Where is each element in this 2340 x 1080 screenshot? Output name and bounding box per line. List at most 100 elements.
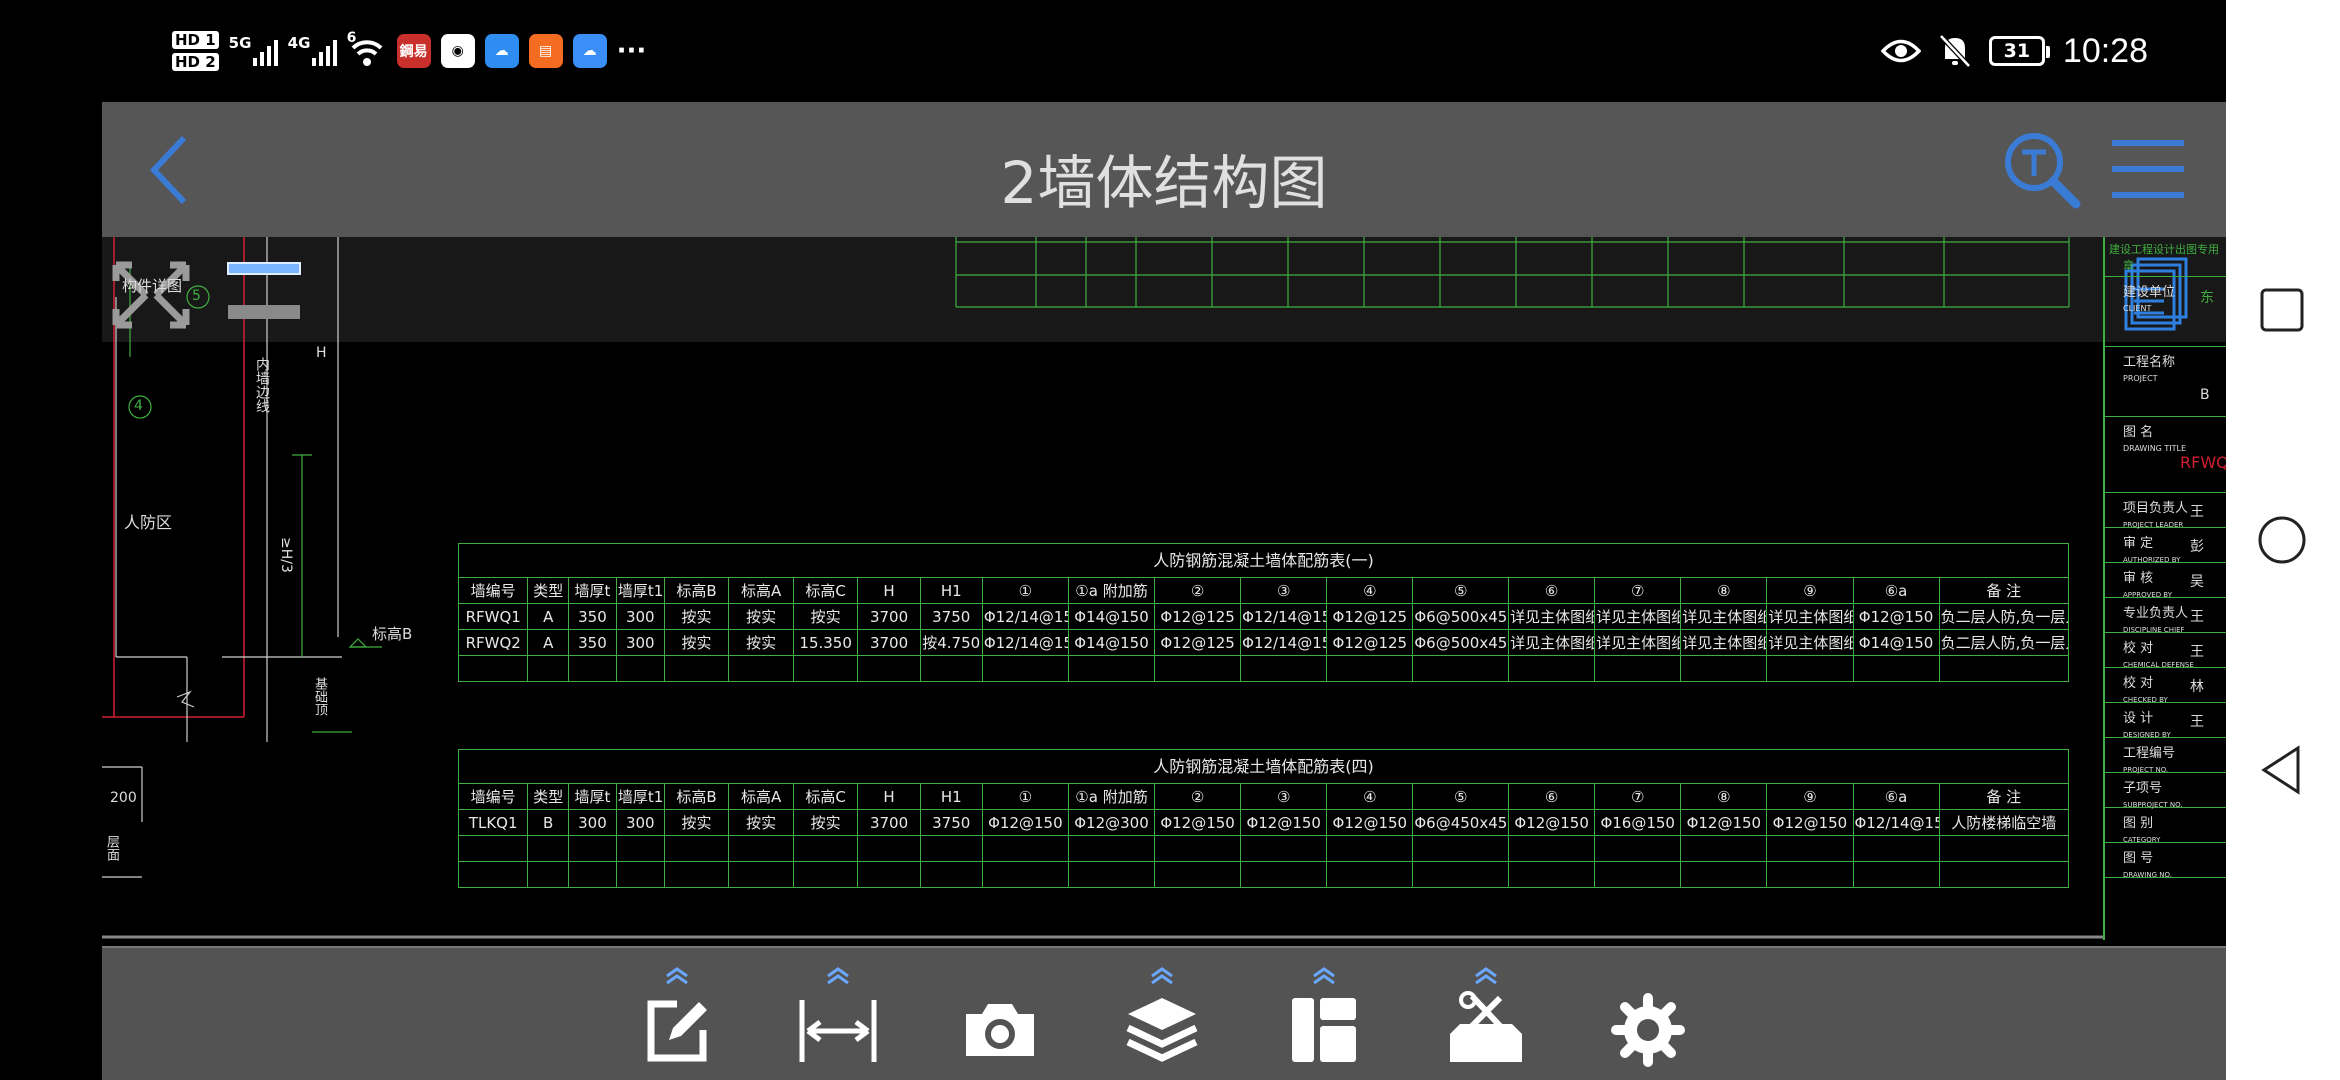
table-cell — [1938, 655, 2070, 682]
table-cell: 350 — [568, 603, 617, 630]
table-cell: 按实 — [663, 809, 730, 836]
table-header-cell: 类型 — [527, 577, 570, 604]
table-cell — [1938, 861, 2070, 888]
measure-tool[interactable] — [788, 962, 888, 1072]
table-row — [457, 861, 2070, 888]
clock: 10:28 — [2062, 31, 2148, 70]
table-cell — [919, 835, 983, 862]
table-cell — [1240, 861, 1328, 888]
table-cell — [1680, 861, 1768, 888]
table-cell: 按实 — [728, 629, 794, 656]
table-cell — [663, 655, 730, 682]
table-header-cell: 墙编号 — [457, 577, 529, 604]
table-header-cell: H1 — [919, 783, 983, 810]
table-cell: 负二层人防,负一层人防 — [1938, 603, 2070, 630]
cad-drawing-canvas[interactable]: 构件详图 内墙边线 H ≥H/3 人防区 标高B 基础顶 200 4 5 层面 … — [102, 237, 2226, 940]
text-search-icon — [2005, 133, 2081, 209]
camera-app-icon: ◉ — [440, 34, 475, 68]
wifi-icon: 6 — [347, 30, 387, 68]
table-cell — [1852, 861, 1940, 888]
table-cell: TLKQ1 — [457, 809, 529, 836]
title-block-row: 图 别 CATEGORY — [2105, 808, 2226, 844]
table-cell: Φ12@150 — [1680, 809, 1768, 836]
table-cell — [1240, 655, 1328, 682]
civil-zone-label: 人防区 — [124, 513, 173, 532]
signal-sim2-icon: 4G — [288, 34, 337, 66]
text-search-button[interactable] — [2000, 128, 2084, 212]
layers-icon — [1126, 998, 1198, 1062]
table-cell: 人防楼梯临空墙 — [1938, 809, 2070, 836]
table-cell — [527, 861, 570, 888]
table-cell: Φ12/14@150 — [981, 629, 1069, 656]
layout-icon — [1292, 998, 1356, 1062]
table-cell: 按实 — [728, 603, 794, 630]
table-cell — [1938, 835, 2070, 862]
layers-tool[interactable] — [1112, 962, 1212, 1072]
title-block-row: 项目负责人 PROJECT LEADER 王 — [2105, 493, 2226, 529]
table-cell — [1154, 861, 1242, 888]
table-cell: Φ12@150 — [1766, 809, 1854, 836]
table-cell: A — [527, 603, 570, 630]
table-header-cell: H — [857, 783, 921, 810]
table-cell — [1067, 835, 1156, 862]
table-cell: 按实 — [792, 603, 859, 630]
h3-label: ≥H/3 — [278, 537, 294, 573]
table1-title: 人防钢筋混凝土墙体配筋表(一) — [458, 543, 2069, 577]
settings-tool[interactable] — [1598, 962, 1698, 1072]
table-cell: 按实 — [792, 809, 859, 836]
camera-icon — [966, 1004, 1034, 1056]
cloud-app-icon: ☁ — [484, 34, 519, 68]
title-block-row: 工程编号 PROJECT NO. — [2105, 738, 2226, 774]
table-cell — [728, 655, 794, 682]
table-cell: 详见主体图纸 — [1508, 629, 1596, 656]
title-block-row: 专业负责人 DISCIPLINE CHIEF 王 — [2105, 598, 2226, 634]
table-cell: 15.350 — [792, 629, 859, 656]
table-cell — [1154, 835, 1242, 862]
table-cell: 详见主体图纸 — [1766, 629, 1854, 656]
title-block-row: 校 对 CHECKED BY 林 — [2105, 668, 2226, 704]
table-cell — [568, 655, 617, 682]
annotate-tool[interactable] — [627, 962, 727, 1072]
table-header-cell: ④ — [1326, 577, 1414, 604]
table-header-cell: ④ — [1326, 783, 1414, 810]
table-cell — [1508, 835, 1596, 862]
table-cell: Φ12@125 — [1154, 603, 1242, 630]
table-cell — [1067, 861, 1156, 888]
table-cell: 350 — [568, 629, 617, 656]
table-cell — [527, 835, 570, 862]
table-header-cell: 墙编号 — [457, 783, 529, 810]
table-row: RFWQ1A350300按实按实按实37003750Φ12/14@150Φ14@… — [457, 603, 2070, 630]
table-header-cell: ③ — [1240, 577, 1328, 604]
recent-apps-button[interactable] — [2252, 280, 2312, 340]
layout-tool[interactable] — [1274, 962, 1374, 1072]
title-block-row: 图 号 DRAWING NO. — [2105, 843, 2226, 879]
toolbox-tool[interactable] — [1436, 962, 1536, 1072]
back-nav-button[interactable] — [2252, 740, 2312, 800]
hd1-badge: HD 1 — [172, 31, 219, 49]
title-block-rows: 项目负责人 PROJECT LEADER 王审 定 AUTHORIZED BY 彭审 核… — [2105, 493, 2226, 879]
table-cell — [857, 835, 921, 862]
table-cell — [615, 835, 665, 862]
table-cell — [981, 835, 1069, 862]
title-block-client: 建设单位 CLIENT 东 — [2105, 277, 2226, 347]
table-cell: Φ6@450x450 — [1412, 809, 1510, 836]
table-header-cell: 备 注 — [1938, 783, 2070, 810]
table-cell — [728, 835, 794, 862]
table-cell: 3700 — [857, 629, 921, 656]
table-cell — [1067, 655, 1156, 682]
title-block-row: 审 核 APPROVED BY 吴 — [2105, 563, 2226, 599]
table-cell — [981, 655, 1069, 682]
status-bar: HD 1 HD 2 5G 4G 6 鋼易 ◉ ☁ ▤ ☁ ··· 31 10:28 — [0, 0, 2226, 102]
table-cell: Φ12/14@150 — [981, 603, 1069, 630]
menu-button[interactable] — [2108, 136, 2188, 202]
home-button[interactable] — [2252, 510, 2312, 570]
table-row: RFWQ2 A 350 300 按实 按实 15.350 3700 按4.750 Φ12/14@1… — [457, 629, 2070, 656]
table-cell: RFWQ1 — [457, 603, 529, 630]
table-cell — [1680, 835, 1768, 862]
table-cell: 按实 — [663, 603, 730, 630]
table-cell — [1508, 655, 1596, 682]
screenshot-tool[interactable] — [950, 962, 1050, 1072]
table-cell: 详见主体图纸 — [1508, 603, 1596, 630]
table-cell: 负二层人防,负一层人防 — [1938, 629, 2070, 656]
table-cell: 3700 — [857, 603, 921, 630]
